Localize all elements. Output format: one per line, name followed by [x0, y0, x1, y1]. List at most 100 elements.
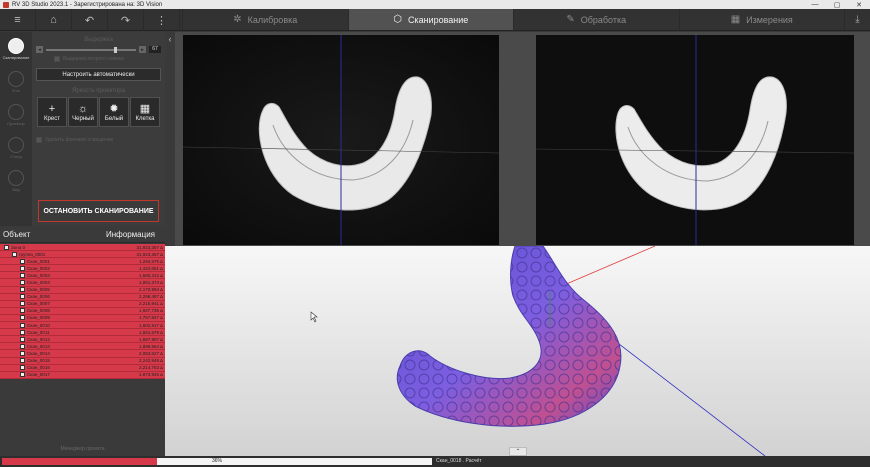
close-button[interactable]: ✕ — [848, 1, 870, 9]
tree-row[interactable]: Скан_0012 1,697,907 Δ — [0, 336, 165, 344]
angle-icon — [8, 70, 24, 87]
minimize-button[interactable]: — — [804, 1, 826, 9]
tab-label: Калибровка — [247, 14, 298, 25]
left-camera-view[interactable] — [183, 35, 499, 245]
tree-row-checkbox[interactable] — [20, 336, 25, 342]
tree-row-checkbox[interactable] — [20, 322, 25, 328]
undo-icon[interactable]: ↶ — [72, 9, 108, 31]
export-icon[interactable]: ⤓ — [844, 9, 870, 30]
hdr-option[interactable]: Выдержка второго снимка — [54, 56, 165, 62]
tree-row[interactable]: Скан_0008 1,927,735 Δ — [0, 307, 165, 315]
exposure-decrease-button[interactable]: ◂ — [36, 46, 43, 53]
scan-progress-bar: 36% — [2, 458, 432, 465]
pattern-label: Крест — [44, 115, 60, 122]
tab-processing[interactable]: ✎ Обработка — [513, 9, 679, 30]
tree-row-checkbox[interactable] — [20, 294, 25, 300]
slider-thumb[interactable] — [113, 46, 117, 53]
tree-row[interactable]: Скан_0007 2,216,941 Δ — [0, 300, 165, 308]
pattern-black-button[interactable]: ☼ Черный — [68, 97, 98, 127]
tree-row-checkbox[interactable] — [20, 280, 25, 286]
tab-scanning[interactable]: ⬡ Сканирование — [347, 9, 513, 30]
tab-label: Обработка — [580, 14, 627, 25]
exposure-value[interactable]: 67 — [149, 46, 161, 53]
tab-label: Измерения — [746, 14, 793, 25]
exposure-slider[interactable] — [46, 46, 136, 53]
tree-row[interactable]: Скан_0013 1,898,564 Δ — [0, 343, 165, 351]
tree-row-checkbox[interactable] — [20, 358, 25, 364]
tree-row[interactable]: Зона 0 31,923,367 Δ — [0, 244, 165, 252]
tool-rail: Сканирование Угол Проектор Стенд Вид — [0, 32, 32, 226]
tree-row-checkbox[interactable] — [20, 329, 25, 335]
tree-row-name: Скан_0002 — [27, 265, 50, 271]
maximize-button[interactable]: ▢ — [826, 1, 848, 9]
more-icon[interactable]: ⋮ — [144, 9, 180, 31]
tree-row[interactable]: Скан_0001 1,294,575 Δ — [0, 258, 165, 266]
tree-row[interactable]: Скан_0004 1,951,374 Δ — [0, 279, 165, 287]
camera-views — [175, 32, 870, 246]
tree-row-checkbox[interactable] — [4, 244, 9, 250]
tree-row-checkbox[interactable] — [20, 265, 25, 271]
tree-row-checkbox[interactable] — [20, 287, 25, 293]
tree-row-checkbox[interactable] — [20, 372, 25, 378]
ambient-filter-option[interactable]: Удалить фоновое освещение — [36, 137, 165, 143]
tree-row[interactable]: Скан_0005 2,170,994 Δ — [0, 286, 165, 294]
tree-row[interactable]: Скан_0003 1,685,312 Δ — [0, 272, 165, 280]
home-icon[interactable]: ⌂ — [36, 9, 72, 31]
tab-measurements[interactable]: ▦ Измерения — [678, 9, 845, 30]
tab-calibration[interactable]: ✲ Калибровка — [182, 9, 348, 30]
tree-row-checkbox[interactable] — [20, 315, 25, 321]
right-camera-image — [536, 35, 854, 245]
rail-item-angle[interactable]: Угол — [0, 65, 32, 98]
main-toolbar: ≡ ⌂ ↶ ↷ ⋮ ✲ Калибровка ⬡ Сканирование ✎ … — [0, 9, 870, 31]
quick-actions: ≡ ⌂ ↶ ↷ ⋮ — [0, 9, 182, 31]
tree-row[interactable]: Скан_0002 1,422,061 Δ — [0, 265, 165, 273]
tree-row-checkbox[interactable] — [20, 343, 25, 349]
3d-viewport[interactable]: ⌃ — [165, 246, 870, 456]
ambient-filter-checkbox[interactable] — [36, 137, 42, 143]
tree-row[interactable]: Скан_0014 2,053,627 Δ — [0, 350, 165, 358]
status-message: Скан_0018 . Расчёт — [436, 458, 482, 464]
tree-row[interactable]: Скан_0015 2,242,948 Δ — [0, 357, 165, 365]
tree-row-info: 1,422,061 Δ — [138, 265, 163, 271]
projector-icon — [8, 103, 24, 120]
collapse-panel-icon[interactable]: ‹ — [165, 32, 175, 46]
tree-row[interactable]: Скан_0009 1,757,847 Δ — [0, 314, 165, 323]
project-manager-label[interactable]: Менеджер проекта — [0, 446, 165, 456]
column-object: Объект — [3, 229, 31, 239]
right-camera-view[interactable] — [536, 35, 854, 245]
tree-row[interactable]: группа_0001 31,923,367 Δ — [0, 251, 165, 259]
tree-row-checkbox[interactable] — [12, 251, 17, 257]
tree-row[interactable]: Скан_0016 2,214,763 Δ — [0, 364, 165, 372]
expand-panel-button[interactable]: ⌃ — [509, 447, 527, 456]
tree-row[interactable]: Скан_0010 1,602,917 Δ — [0, 322, 165, 330]
redo-icon[interactable]: ↷ — [108, 9, 144, 31]
tree-row-name: Скан_0006 — [27, 294, 50, 300]
rail-item-scanning[interactable]: Сканирование — [0, 32, 32, 65]
auto-adjust-button[interactable]: Настроить автоматически — [36, 68, 161, 81]
hdr-checkbox[interactable] — [54, 56, 60, 62]
pattern-checker-button[interactable]: ▦ Клетка — [130, 97, 160, 127]
exposure-title: Выдержка — [84, 37, 113, 43]
tree-row-checkbox[interactable] — [20, 272, 25, 278]
hdr-label: Выдержка второго снимка — [63, 56, 124, 62]
menu-icon[interactable]: ≡ — [0, 9, 36, 31]
rail-item-stand[interactable]: Стенд — [0, 131, 32, 164]
rail-item-view[interactable]: Вид — [0, 164, 32, 197]
pattern-cross-button[interactable]: + Крест — [37, 97, 67, 127]
tree-row-checkbox[interactable] — [20, 365, 25, 371]
tree-row-checkbox[interactable] — [20, 308, 25, 314]
tree-row-checkbox[interactable] — [20, 258, 25, 264]
rail-item-projector[interactable]: Проектор — [0, 98, 32, 131]
tree-row-checkbox[interactable] — [20, 350, 25, 356]
tree-row[interactable]: Скан_0006 2,298,487 Δ — [0, 293, 165, 301]
stop-scanning-button[interactable]: ОСТАНОВИТЬ СКАНИРОВАНИЕ — [38, 200, 159, 222]
tree-row[interactable]: Скан_0011 1,661,679 Δ — [0, 329, 165, 337]
exposure-increase-button[interactable]: ▸ — [139, 46, 146, 53]
tree-row[interactable]: Скан_0017 1,873,945 Δ — [0, 371, 165, 379]
pattern-white-button[interactable]: ✹ Белый — [99, 97, 129, 127]
sun-filled-icon: ✹ — [109, 102, 119, 115]
left-camera-image — [183, 35, 499, 245]
tree-row-checkbox[interactable] — [20, 301, 25, 307]
rail-label: Проектор — [7, 120, 25, 126]
tree-row-name: Скан_0001 — [27, 258, 50, 264]
